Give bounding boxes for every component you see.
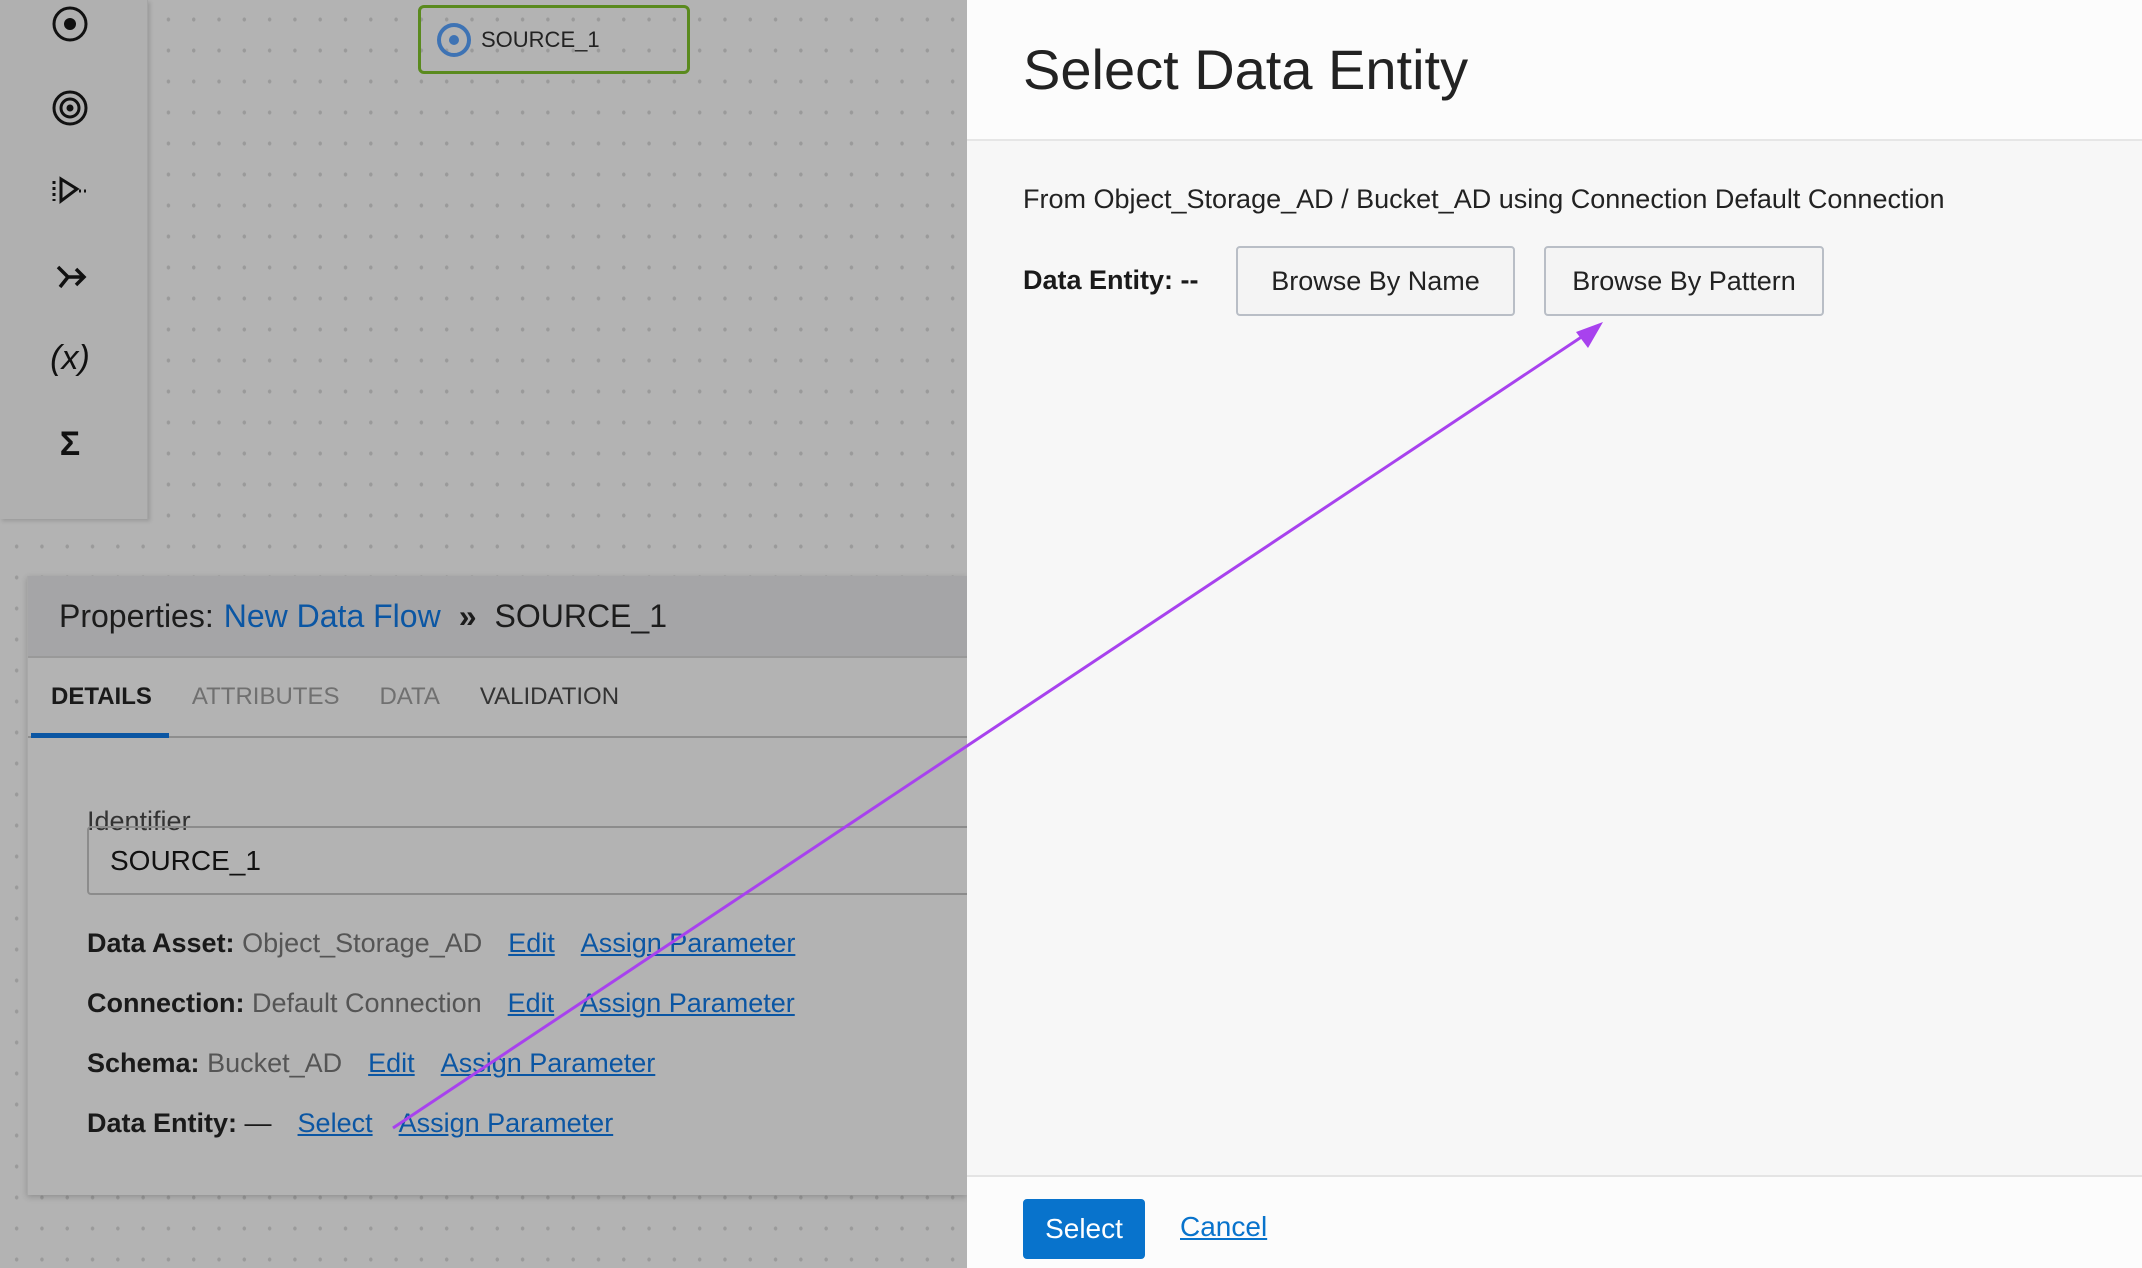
operator-toolbar: (x) Σ: [0, 0, 148, 519]
row-label: Data Asset:: [87, 928, 235, 958]
select-button[interactable]: Select: [1023, 1199, 1145, 1259]
node-label: SOURCE_1: [481, 27, 600, 53]
aggregate-operator-icon[interactable]: Σ: [46, 420, 94, 468]
row-value: Default Connection: [252, 988, 482, 1018]
source-node[interactable]: SOURCE_1: [418, 5, 690, 74]
tab-data[interactable]: DATA: [379, 683, 439, 711]
flow-link[interactable]: New Data Flow: [224, 598, 441, 635]
identifier-input[interactable]: SOURCE_1: [87, 826, 987, 895]
active-tab-indicator: [31, 733, 169, 738]
source-icon: [437, 23, 471, 57]
breadcrumb-node: SOURCE_1: [494, 598, 667, 635]
dialog-footer: Select Cancel: [967, 1175, 2142, 1268]
properties-prefix: Properties:: [59, 598, 214, 635]
breadcrumb-separator: »: [459, 598, 477, 635]
select-data-entity-dialog: Select Data Entity From Object_Storage_A…: [967, 0, 2142, 1268]
assign-parameter-link[interactable]: Assign Parameter: [580, 988, 795, 1018]
data-asset-row: Data Asset: Object_Storage_AD Edit Assign …: [87, 928, 795, 959]
dialog-title: Select Data Entity: [1023, 37, 1468, 102]
filter-operator-icon[interactable]: [46, 167, 94, 215]
tab-details[interactable]: DETAILS: [51, 683, 152, 711]
data-entity-label: Data Entity: --: [1023, 265, 1199, 296]
row-value: Object_Storage_AD: [242, 928, 482, 958]
connection-row: Connection: Default Connection Edit Assign…: [87, 988, 795, 1019]
cancel-link[interactable]: Cancel: [1180, 1211, 1267, 1243]
source-operator-icon[interactable]: [46, 0, 94, 48]
row-label: Schema:: [87, 1048, 200, 1078]
expression-operator-icon[interactable]: (x): [46, 334, 94, 382]
properties-header: Properties: New Data Flow » SOURCE_1: [28, 576, 967, 658]
row-label: Connection:: [87, 988, 244, 1018]
schema-row: Schema: Bucket_AD Edit Assign Parameter: [87, 1048, 655, 1079]
target-operator-icon[interactable]: [46, 84, 94, 132]
properties-tabs: DETAILS ATTRIBUTES DATA VALIDATION: [28, 658, 967, 738]
row-value: Bucket_AD: [207, 1048, 342, 1078]
edit-link[interactable]: Edit: [368, 1048, 415, 1078]
assign-parameter-link[interactable]: Assign Parameter: [399, 1108, 614, 1138]
join-operator-icon[interactable]: [46, 253, 94, 301]
browse-by-name-button[interactable]: Browse By Name: [1236, 246, 1515, 316]
assign-parameter-link[interactable]: Assign Parameter: [581, 928, 796, 958]
dialog-subtitle: From Object_Storage_AD / Bucket_AD using…: [1023, 184, 1945, 215]
edit-link[interactable]: Edit: [508, 988, 555, 1018]
tab-attributes[interactable]: ATTRIBUTES: [192, 683, 340, 711]
row-label: Data Entity:: [87, 1108, 237, 1138]
select-entity-link[interactable]: Select: [298, 1108, 373, 1138]
data-entity-row: Data Entity: — Select Assign Parameter: [87, 1108, 613, 1139]
dialog-header: Select Data Entity: [967, 0, 2142, 141]
properties-panel: Properties: New Data Flow » SOURCE_1 DET…: [27, 576, 967, 1195]
assign-parameter-link[interactable]: Assign Parameter: [441, 1048, 656, 1078]
browse-by-pattern-button[interactable]: Browse By Pattern: [1544, 246, 1824, 316]
data-flow-canvas[interactable]: (x) Σ SOURCE_1 Properties: New Data Flow…: [0, 0, 967, 1268]
edit-link[interactable]: Edit: [508, 928, 555, 958]
row-value: —: [245, 1108, 272, 1138]
tab-validation[interactable]: VALIDATION: [480, 683, 619, 711]
